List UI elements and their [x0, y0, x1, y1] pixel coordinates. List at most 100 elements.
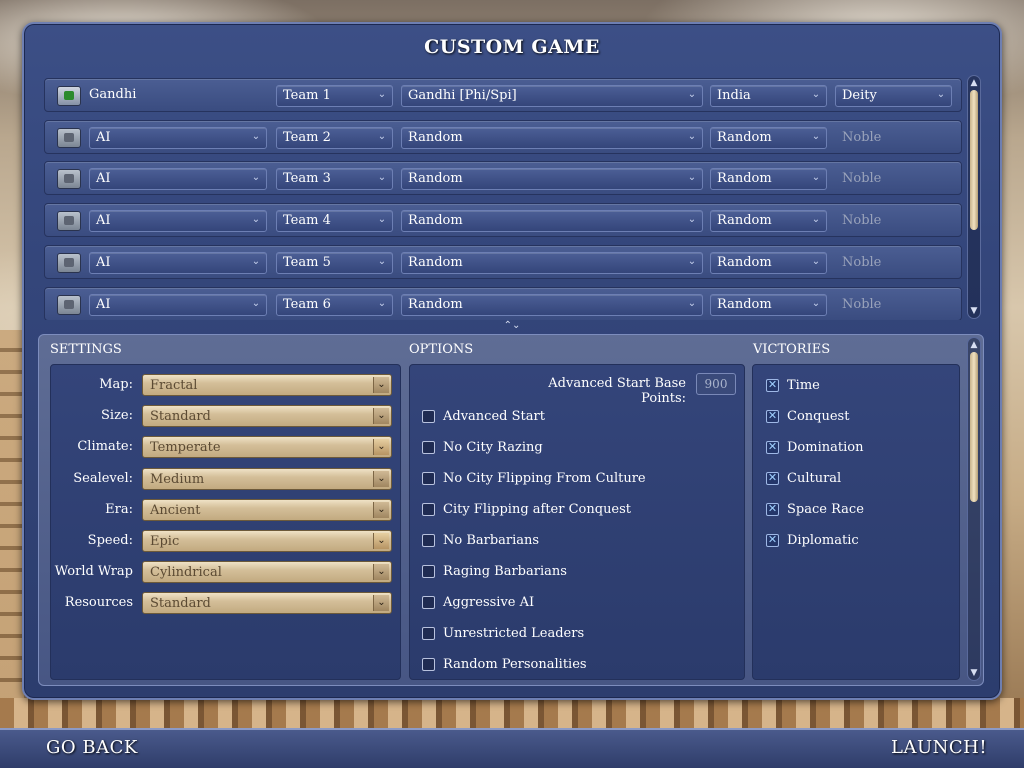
- leader-select[interactable]: Gandhi [Phi/Spi] ⌄: [401, 85, 703, 107]
- player-type-select[interactable]: AI ⌄: [89, 210, 267, 233]
- victory-label: Space Race: [787, 501, 864, 517]
- chevron-down-icon: ⌄: [373, 470, 389, 487]
- option-checkbox[interactable]: No Barbarians: [422, 531, 539, 549]
- settings-scrollbar[interactable]: ▲ ▼: [967, 337, 981, 681]
- team-select[interactable]: Team 6 ⌄: [276, 293, 393, 316]
- checkbox-icon[interactable]: [422, 409, 435, 423]
- scroll-thumb[interactable]: [970, 352, 978, 502]
- civilization-select[interactable]: Random ⌄: [710, 251, 827, 274]
- player-type-select[interactable]: AI ⌄: [89, 168, 267, 191]
- scroll-thumb[interactable]: [970, 90, 978, 230]
- option-checkbox[interactable]: Random Personalities: [422, 656, 587, 674]
- option-checkbox[interactable]: No City Razing: [422, 438, 543, 456]
- setting-select[interactable]: Standard ⌄: [142, 405, 392, 428]
- civilization-select[interactable]: Random ⌄: [710, 293, 827, 316]
- checkbox-icon[interactable]: [422, 658, 435, 672]
- panel-splitter-icon[interactable]: ⌃⌄: [500, 320, 524, 332]
- checkbox-icon[interactable]: [766, 409, 779, 423]
- setting-select[interactable]: Temperate ⌄: [142, 436, 392, 459]
- player-type-select[interactable]: AI ⌄: [89, 126, 267, 149]
- setting-select[interactable]: Cylindrical ⌄: [142, 561, 392, 584]
- victory-checkbox[interactable]: Space Race: [766, 500, 864, 518]
- scroll-up-icon[interactable]: ▲: [968, 339, 980, 351]
- background-city: [0, 698, 1024, 728]
- player-row: AI ⌄ Team 3 ⌄ Random ⌄ Random ⌄ Noble: [44, 161, 962, 196]
- advanced-start-points-input[interactable]: 900: [696, 373, 736, 395]
- setting-select[interactable]: Standard ⌄: [142, 592, 392, 615]
- team-select[interactable]: Team 2 ⌄: [276, 126, 393, 149]
- ai-player-icon[interactable]: [57, 127, 81, 148]
- setting-select[interactable]: Medium ⌄: [142, 467, 392, 490]
- team-select[interactable]: Team 4 ⌄: [276, 210, 393, 233]
- player-name: Gandhi: [89, 87, 137, 102]
- scroll-down-icon[interactable]: ▼: [968, 305, 980, 317]
- leader-select[interactable]: Random ⌄: [401, 293, 703, 316]
- option-label: Raging Barbarians: [443, 564, 567, 579]
- chevron-down-icon: ⌄: [811, 130, 821, 142]
- team-select-value: Team 6: [283, 296, 331, 312]
- leader-select[interactable]: Random ⌄: [401, 126, 703, 149]
- checkbox-icon[interactable]: [422, 533, 435, 547]
- scroll-down-icon[interactable]: ▼: [968, 667, 980, 679]
- chevron-down-icon: ⌄: [373, 377, 389, 393]
- option-checkbox[interactable]: City Flipping after Conquest: [422, 500, 631, 518]
- player-row: Gandhi Team 1 ⌄ Gandhi [Phi/Spi] ⌄ India ⌄ Deit…: [44, 78, 962, 112]
- launch-button[interactable]: LAUNCH!: [891, 737, 987, 758]
- checkbox-icon[interactable]: [422, 565, 435, 578]
- civilization-select[interactable]: India ⌄: [710, 85, 827, 107]
- chevron-down-icon: ⌄: [251, 214, 261, 226]
- leader-select[interactable]: Random ⌄: [401, 210, 703, 233]
- scroll-up-icon[interactable]: ▲: [968, 77, 980, 89]
- player-type-select[interactable]: AI ⌄: [89, 251, 267, 274]
- checkbox-icon[interactable]: [422, 440, 435, 454]
- checkbox-icon[interactable]: [766, 471, 779, 485]
- checkbox-icon[interactable]: [766, 502, 779, 516]
- advanced-start-points-label: Advanced Start Base Points:: [548, 376, 686, 406]
- ai-player-icon[interactable]: [57, 169, 81, 190]
- leader-select[interactable]: Random ⌄: [401, 168, 703, 191]
- ai-player-icon[interactable]: [57, 252, 81, 273]
- checkbox-icon[interactable]: [422, 471, 435, 485]
- difficulty-select[interactable]: Deity ⌄: [835, 85, 952, 107]
- civilization-select[interactable]: Random ⌄: [710, 168, 827, 191]
- setting-label: Map:: [99, 377, 133, 392]
- option-checkbox[interactable]: Advanced Start: [422, 407, 545, 425]
- ai-player-icon[interactable]: [57, 294, 81, 315]
- victory-checkbox[interactable]: Domination: [766, 438, 863, 456]
- setting-select[interactable]: Ancient ⌄: [142, 498, 392, 521]
- setting-select[interactable]: Epic ⌄: [142, 530, 392, 552]
- checkbox-icon[interactable]: [422, 596, 435, 610]
- checkbox-icon[interactable]: [422, 627, 435, 641]
- team-select-value: Team 4: [283, 213, 331, 229]
- team-select[interactable]: Team 5 ⌄: [276, 251, 393, 274]
- victory-checkbox[interactable]: Conquest: [766, 407, 849, 425]
- player-type-select-value: AI: [96, 213, 111, 229]
- player-row: AI ⌄ Team 5 ⌄ Random ⌄ Random ⌄ Noble: [44, 244, 962, 279]
- go-back-button[interactable]: GO BACK: [46, 737, 138, 758]
- checkbox-icon[interactable]: [766, 378, 779, 392]
- setting-select[interactable]: Fractal ⌄: [142, 374, 392, 396]
- checkbox-icon[interactable]: [422, 502, 435, 516]
- victory-checkbox[interactable]: Time: [766, 376, 820, 394]
- checkbox-icon[interactable]: [766, 533, 779, 547]
- settings-header: SETTINGS: [50, 342, 122, 357]
- option-checkbox[interactable]: Unrestricted Leaders: [422, 625, 584, 643]
- civilization-select[interactable]: Random ⌄: [710, 210, 827, 233]
- player-list-scrollbar[interactable]: ▲ ▼: [967, 75, 981, 319]
- chevron-down-icon: ⌄: [687, 89, 697, 100]
- team-select[interactable]: Team 3 ⌄: [276, 168, 393, 191]
- checkbox-icon[interactable]: [766, 440, 779, 454]
- option-checkbox[interactable]: Aggressive AI: [422, 594, 534, 612]
- ai-player-icon[interactable]: [57, 211, 81, 232]
- player-type-select[interactable]: AI ⌄: [89, 293, 267, 316]
- chevron-down-icon: ⌄: [251, 130, 261, 142]
- victory-checkbox[interactable]: Cultural: [766, 469, 841, 487]
- victory-checkbox[interactable]: Diplomatic: [766, 532, 859, 550]
- human-player-icon[interactable]: [57, 86, 81, 106]
- option-checkbox[interactable]: Raging Barbarians: [422, 563, 567, 581]
- option-checkbox[interactable]: No City Flipping From Culture: [422, 469, 646, 487]
- team-select[interactable]: Team 1 ⌄: [276, 85, 393, 107]
- leader-select[interactable]: Random ⌄: [401, 251, 703, 274]
- setting-label: Size:: [101, 408, 133, 424]
- civilization-select[interactable]: Random ⌄: [710, 126, 827, 149]
